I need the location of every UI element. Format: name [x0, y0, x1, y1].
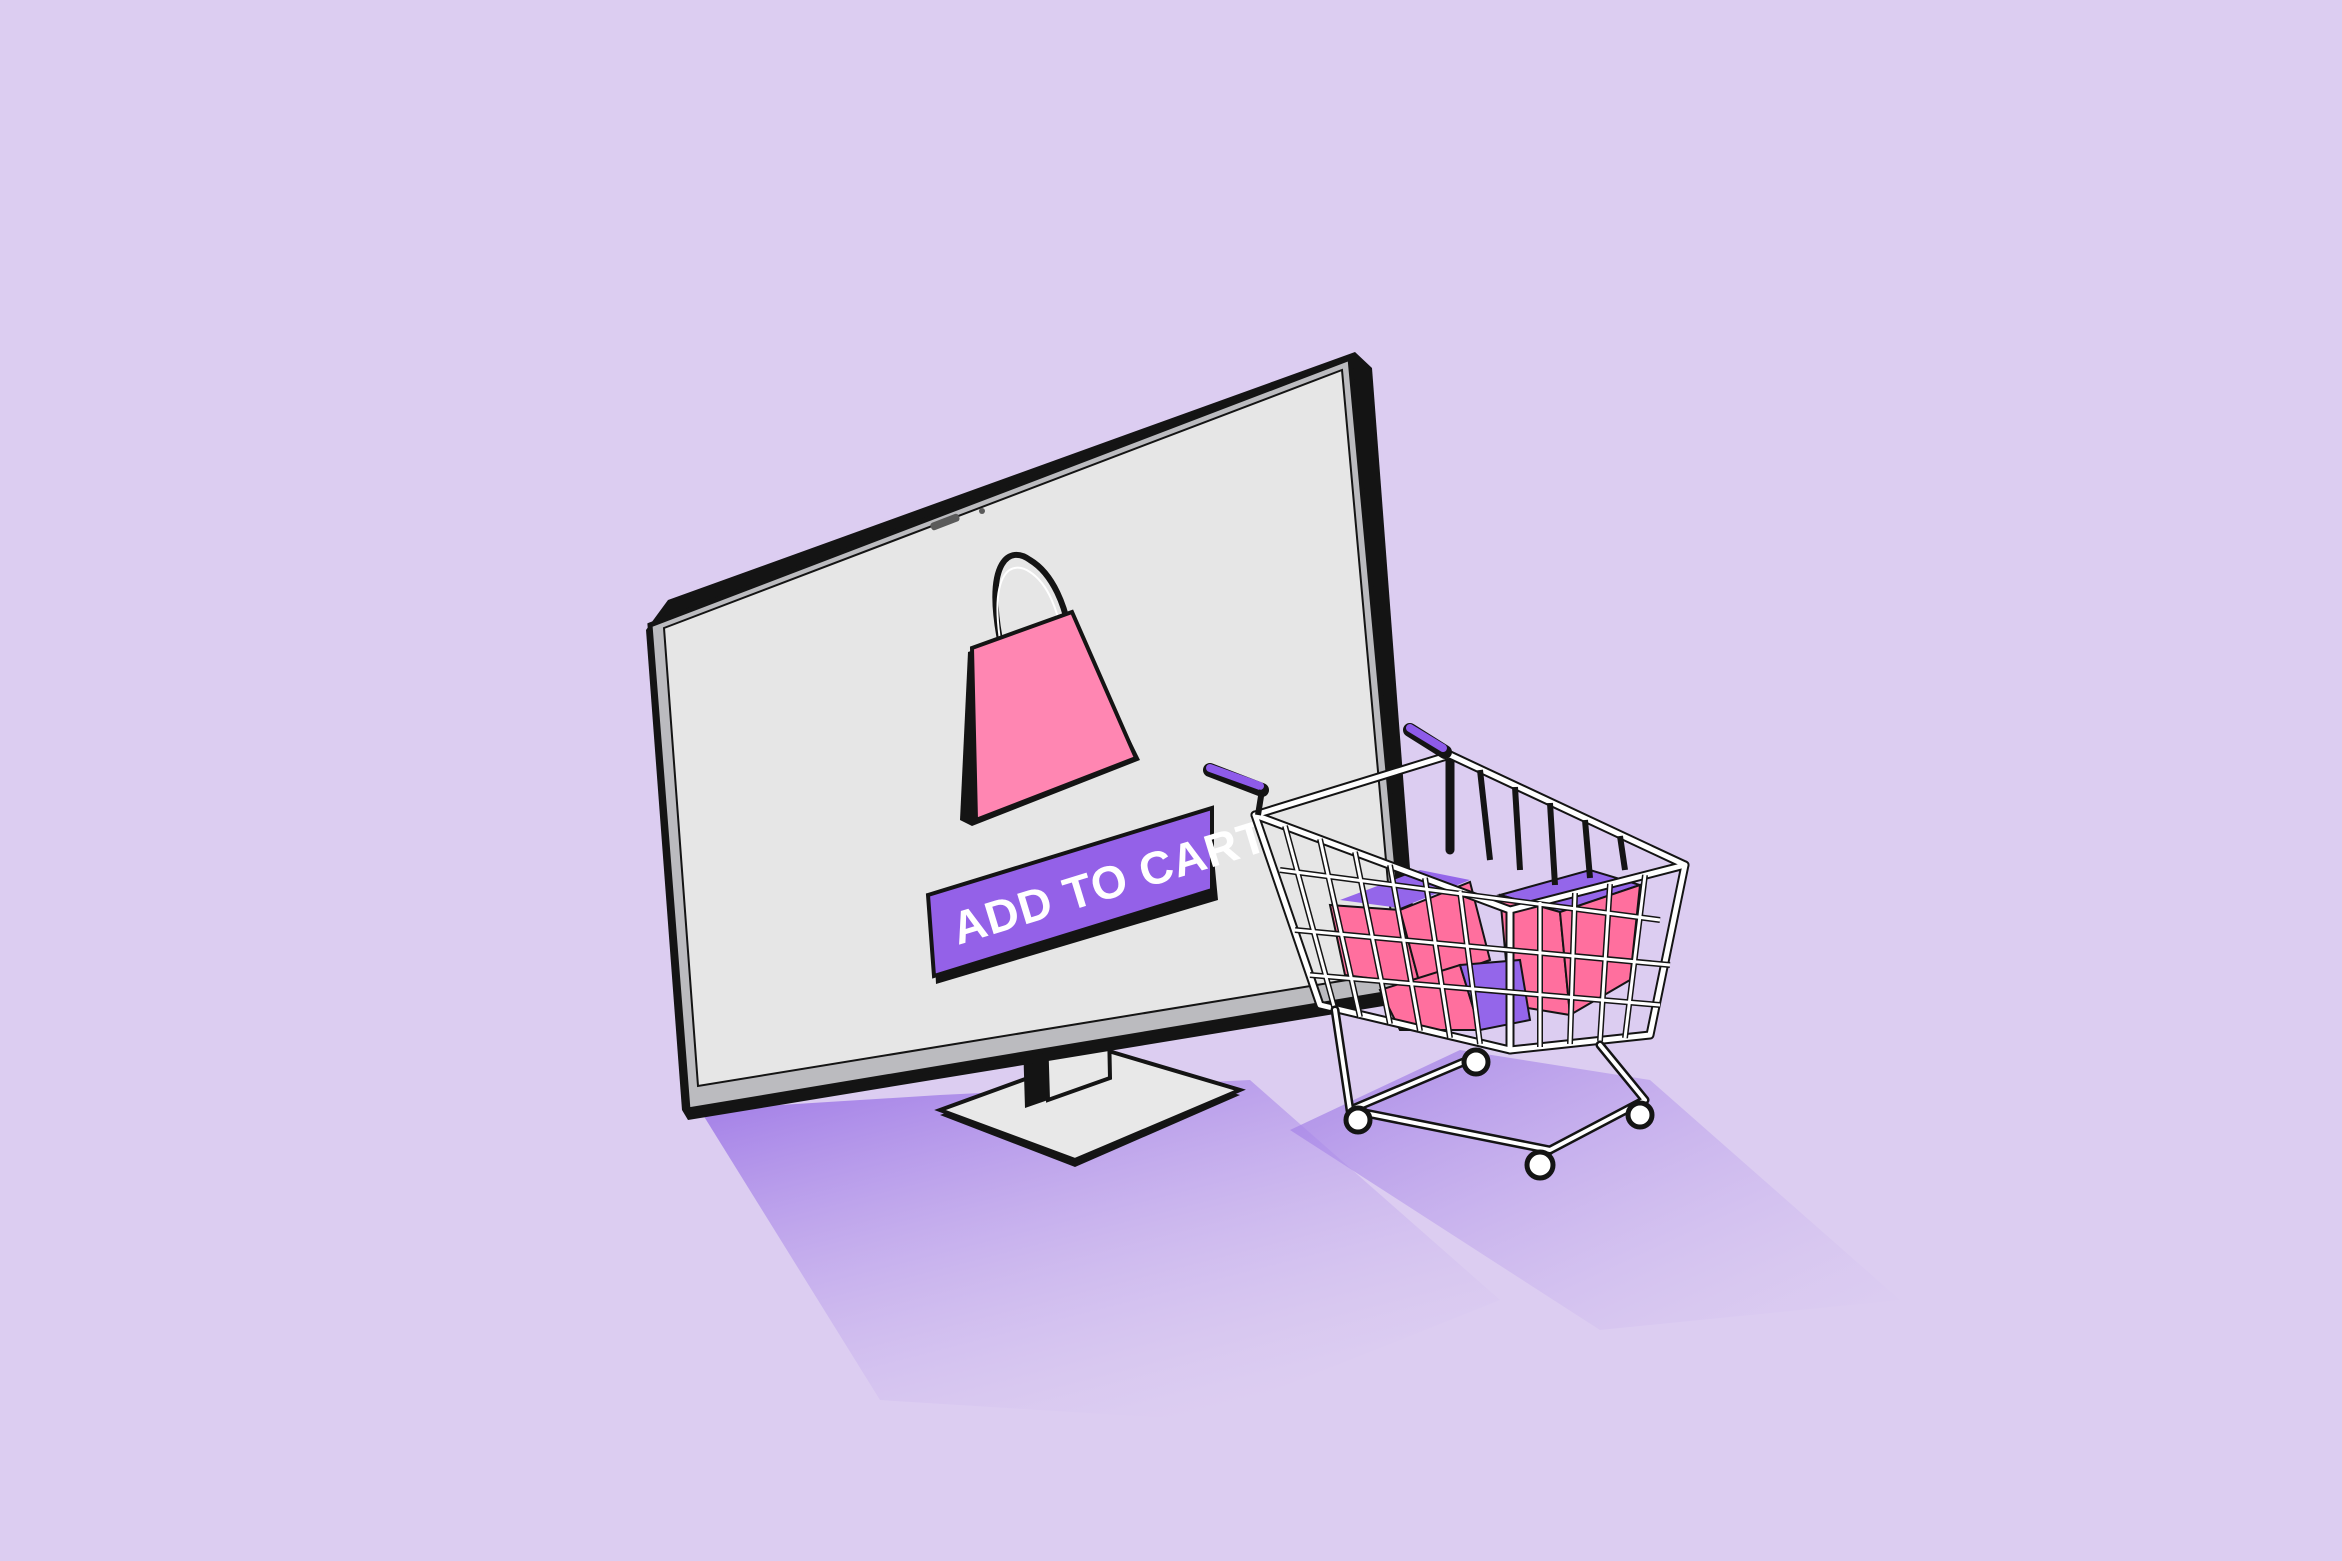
- illustration-scene: ADD TO CART: [646, 352, 1900, 1420]
- floor-shadow: [700, 1050, 1900, 1420]
